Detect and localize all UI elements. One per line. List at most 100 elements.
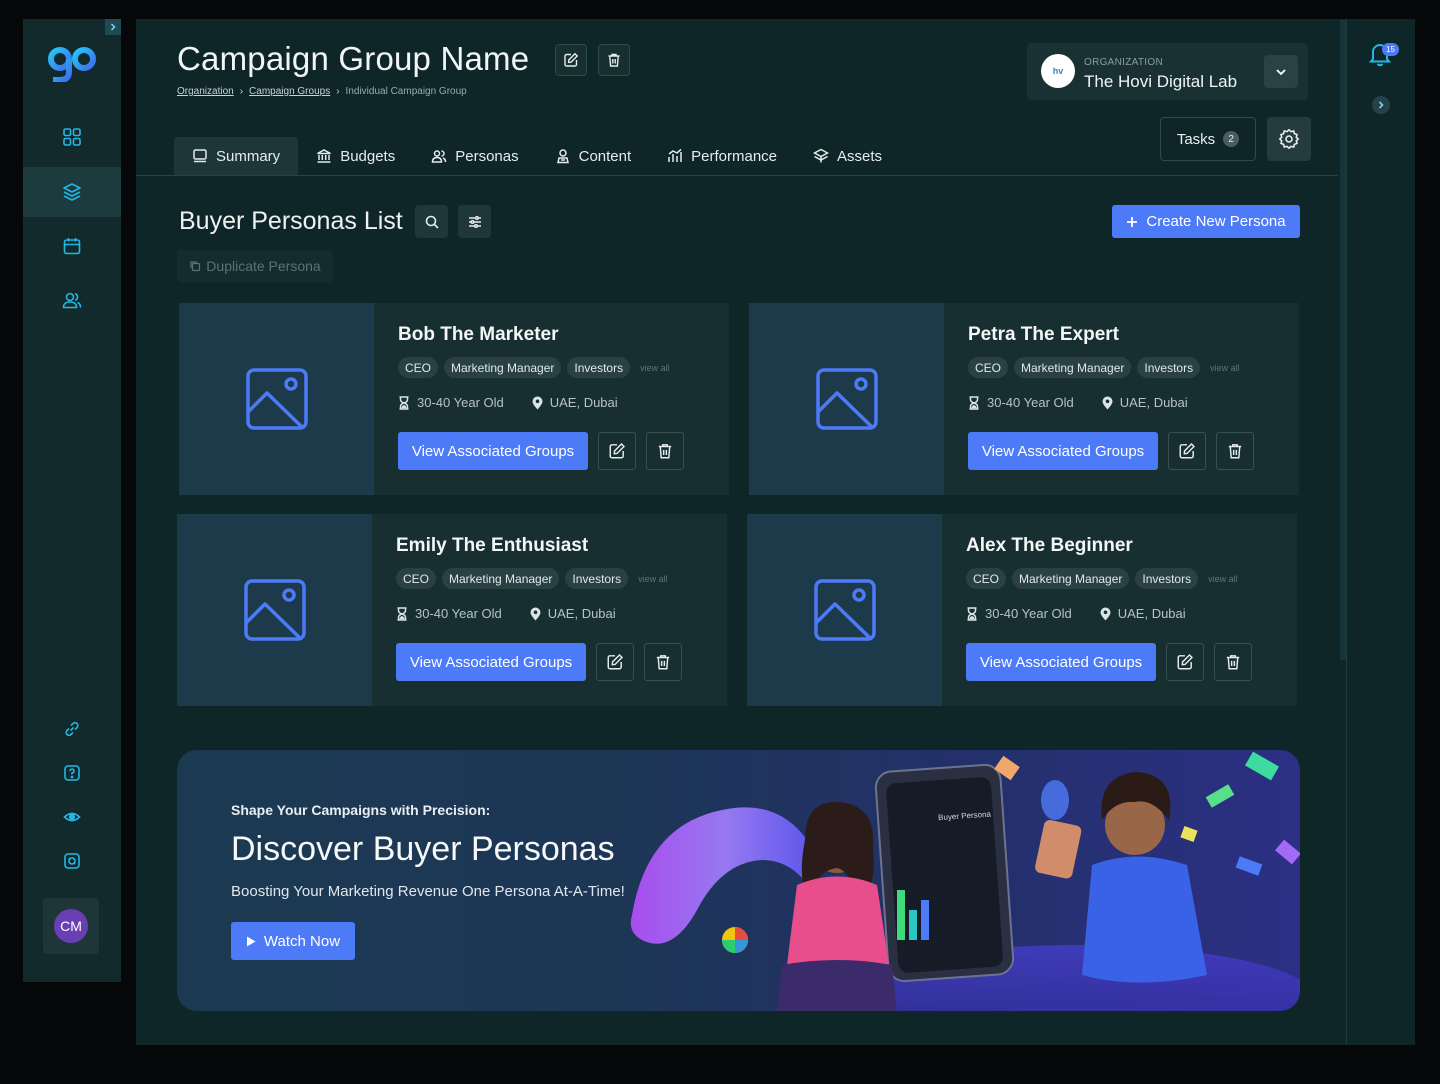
- tasks-button[interactable]: Tasks 2: [1160, 117, 1256, 161]
- sidebar-collapse-toggle[interactable]: [105, 19, 121, 35]
- delete-title-button[interactable]: [598, 44, 630, 76]
- sidebar-item-integrations[interactable]: [23, 704, 121, 754]
- view-associated-groups-button[interactable]: View Associated Groups: [968, 432, 1158, 470]
- view-all-tags-link[interactable]: view all: [1210, 363, 1240, 373]
- sidebar-item-campaigns[interactable]: [23, 167, 121, 217]
- delete-persona-button[interactable]: [1216, 432, 1254, 470]
- location-pin-icon: [1100, 607, 1111, 620]
- persona-image-placeholder: [747, 514, 942, 706]
- delete-persona-button[interactable]: [1214, 643, 1252, 681]
- app-logo[interactable]: [48, 44, 96, 82]
- organization-switcher[interactable]: hv ORGANIZATION The Hovi Digital Lab: [1027, 43, 1308, 100]
- link-icon: [65, 721, 79, 737]
- delete-persona-button[interactable]: [646, 432, 684, 470]
- tab-label: Budgets: [340, 147, 396, 165]
- right-rail: [1346, 19, 1415, 1045]
- edit-icon: [564, 52, 579, 67]
- persona-tags: CEO Marketing Manager Investors view all: [396, 568, 668, 589]
- layers-icon: [63, 183, 81, 201]
- edit-persona-button[interactable]: [598, 432, 636, 470]
- edit-persona-button[interactable]: [1166, 643, 1204, 681]
- persona-name: Emily The Enthusiast: [396, 535, 589, 556]
- persona-tag: Investors: [565, 568, 629, 589]
- sidebar-item-dashboard[interactable]: [23, 112, 121, 162]
- dashboard-icon: [63, 128, 81, 146]
- organization-logo: hv: [1041, 54, 1075, 88]
- scrollbar[interactable]: [1340, 20, 1346, 660]
- duplicate-persona-button[interactable]: Duplicate Persona: [177, 250, 333, 282]
- view-all-tags-link[interactable]: view all: [1208, 574, 1238, 584]
- tab-budgets[interactable]: Budgets: [298, 137, 413, 175]
- breadcrumb-campaign-groups[interactable]: Campaign Groups: [249, 86, 330, 97]
- edit-persona-button[interactable]: [596, 643, 634, 681]
- calendar-icon: [63, 238, 81, 255]
- bank-icon: [317, 149, 332, 163]
- organization-label: ORGANIZATION: [1084, 57, 1163, 68]
- user-avatar-button[interactable]: CM: [43, 898, 99, 954]
- view-associated-groups-button[interactable]: View Associated Groups: [398, 432, 588, 470]
- duplicate-persona-label: Duplicate Persona: [206, 258, 321, 274]
- persona-meta: 30-40 Year Old UAE, Dubai: [398, 395, 618, 410]
- edit-title-button[interactable]: [555, 44, 587, 76]
- persona-card[interactable]: Emily The Enthusiast CEO Marketing Manag…: [177, 514, 727, 706]
- delete-persona-button[interactable]: [644, 643, 682, 681]
- persona-card[interactable]: Alex The Beginner CEO Marketing Manager …: [747, 514, 1297, 706]
- view-all-tags-link[interactable]: view all: [640, 363, 670, 373]
- promo-banner: Buyer Persona Shape Your Campaigns with …: [177, 750, 1300, 1011]
- tab-assets[interactable]: Assets: [795, 137, 900, 175]
- summary-icon: [193, 149, 207, 163]
- hourglass-icon: [397, 606, 407, 621]
- watch-now-button[interactable]: Watch Now: [231, 922, 355, 960]
- persona-meta: 30-40 Year Old UAE, Dubai: [968, 395, 1188, 410]
- help-icon: [64, 765, 80, 781]
- view-all-tags-link[interactable]: view all: [638, 574, 668, 584]
- view-associated-groups-button[interactable]: View Associated Groups: [966, 643, 1156, 681]
- persona-card[interactable]: Bob The Marketer CEO Marketing Manager I…: [179, 303, 729, 495]
- persona-image-placeholder: [177, 514, 372, 706]
- eye-icon: [63, 812, 81, 822]
- persona-card[interactable]: Petra The Expert CEO Marketing Manager I…: [749, 303, 1299, 495]
- filter-button[interactable]: [458, 205, 491, 238]
- edit-icon: [609, 442, 626, 459]
- chevron-right-icon: [1378, 101, 1384, 109]
- tab-summary[interactable]: Summary: [174, 137, 299, 175]
- tab-content[interactable]: Content: [537, 137, 650, 175]
- image-placeholder-icon: [245, 368, 308, 430]
- page-title: Campaign Group Name: [177, 40, 530, 77]
- hourglass-icon: [969, 395, 979, 410]
- persona-tag: CEO: [398, 357, 439, 378]
- view-associated-groups-button[interactable]: View Associated Groups: [396, 643, 586, 681]
- sidebar-item-users[interactable]: [23, 275, 121, 325]
- image-placeholder-icon: [243, 579, 306, 641]
- hourglass-icon: [399, 395, 409, 410]
- image-placeholder-icon: [813, 579, 876, 641]
- breadcrumb-organization[interactable]: Organization: [177, 86, 234, 97]
- edit-icon: [607, 653, 624, 670]
- right-rail-expand-button[interactable]: [1372, 96, 1390, 114]
- persona-age-value: 30-40 Year Old: [417, 395, 504, 410]
- sidebar-item-help[interactable]: [23, 748, 121, 798]
- chevron-right-icon: [110, 23, 116, 31]
- edit-icon: [1177, 653, 1194, 670]
- edit-persona-button[interactable]: [1168, 432, 1206, 470]
- sidebar-item-calendar[interactable]: [23, 221, 121, 271]
- brain-icon: [64, 853, 80, 869]
- create-new-persona-button[interactable]: Create New Persona: [1112, 205, 1300, 238]
- persona-tag: CEO: [966, 568, 1007, 589]
- tab-performance[interactable]: Performance: [649, 137, 795, 175]
- persona-tags: CEO Marketing Manager Investors view all: [398, 357, 670, 378]
- persona-tag: Marketing Manager: [1012, 568, 1130, 589]
- trash-icon: [658, 444, 672, 459]
- organization-dropdown-button[interactable]: [1264, 55, 1298, 88]
- sidebar-item-ai[interactable]: [23, 836, 121, 886]
- tab-label: Performance: [691, 147, 778, 165]
- settings-button[interactable]: [1267, 117, 1311, 161]
- tab-label: Personas: [455, 147, 519, 165]
- banner-subtitle: Shape Your Campaigns with Precision:: [231, 802, 491, 818]
- sidebar-item-preview[interactable]: [23, 792, 121, 842]
- watch-now-label: Watch Now: [263, 932, 341, 950]
- search-button[interactable]: [415, 205, 448, 238]
- tab-personas[interactable]: Personas: [413, 137, 536, 175]
- persona-tags: CEO Marketing Manager Investors view all: [968, 357, 1240, 378]
- persona-tag: CEO: [968, 357, 1009, 378]
